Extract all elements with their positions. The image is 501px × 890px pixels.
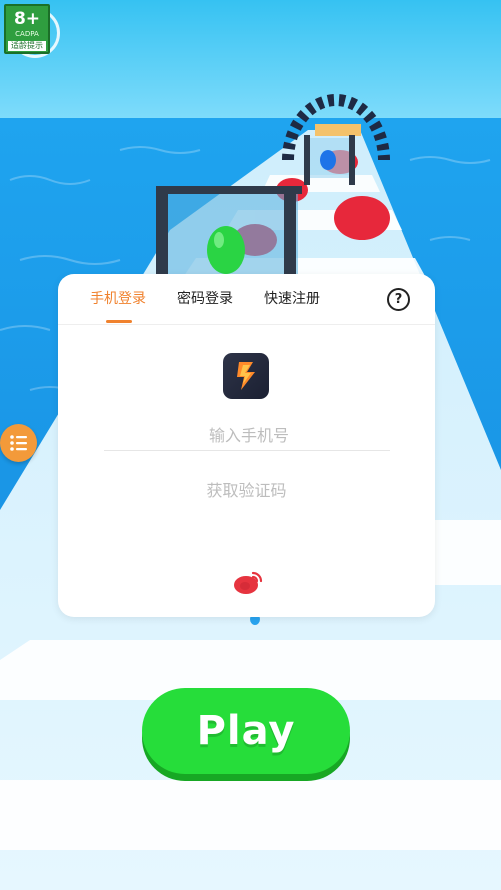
lightning-logo-icon [237,362,255,390]
tab-password-login[interactable]: 密码登录 [177,289,233,309]
app-logo [223,353,269,399]
age-rating-label: 8+ [13,9,41,29]
player-ball [207,226,245,274]
age-rating-tip: 适龄提示 [8,41,46,51]
weibo-login-icon[interactable] [233,569,265,595]
get-verification-code-button[interactable]: 获取验证码 [58,477,435,501]
age-rating-badge[interactable]: 8+ CADPA 适龄提示 [4,4,50,54]
input-divider [104,450,390,451]
active-tab-indicator [106,320,132,323]
phone-number-input[interactable] [104,419,394,451]
login-tabs: 手机登录 密码登录 快速注册 ? [58,274,435,325]
login-dialog: 手机登录 密码登录 快速注册 ? 获取验证码 [58,274,435,617]
list-icon [9,435,27,451]
play-button[interactable]: Play [142,688,350,774]
sky [0,0,501,120]
spike-obstacle [334,196,390,240]
menu-fab-button[interactable] [0,424,37,462]
age-rating-org: CADPA [15,30,39,38]
tab-phone-login[interactable]: 手机登录 [90,289,146,309]
help-icon[interactable]: ? [387,288,410,311]
play-label: Play [196,708,296,754]
tab-quick-register[interactable]: 快速注册 [264,289,320,309]
